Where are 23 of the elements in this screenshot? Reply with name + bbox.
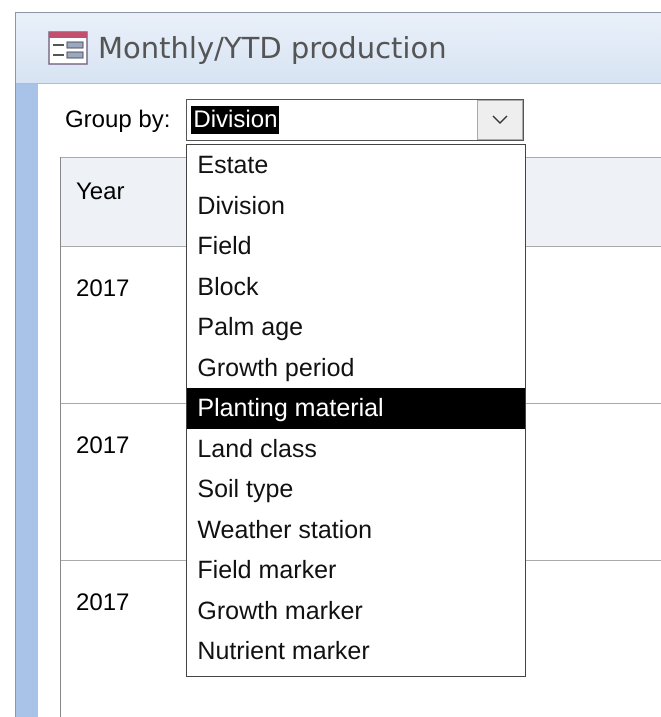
group-by-label: Group by: xyxy=(65,106,170,134)
dropdown-option[interactable]: Palm age xyxy=(187,307,526,348)
dropdown-option[interactable]: Growth period xyxy=(187,348,526,388)
dropdown-option[interactable]: Division xyxy=(187,186,526,226)
window-title: Monthly/YTD production xyxy=(98,31,447,65)
dropdown-option[interactable]: Soil type xyxy=(187,469,526,510)
dropdown-option[interactable]: Field xyxy=(187,226,526,266)
selected-value: Division xyxy=(191,106,280,134)
dropdown-option[interactable]: Land class xyxy=(187,428,526,469)
dropdown-option[interactable]: Growth marker xyxy=(187,590,526,631)
chevron-down-icon xyxy=(492,115,508,125)
table-cell-text: 2017 xyxy=(75,431,130,461)
table-cell-text: 2017 xyxy=(75,274,130,304)
dropdown-option[interactable]: Block xyxy=(187,266,526,307)
dropdown-option[interactable]: Planting material xyxy=(187,388,526,428)
dropdown-option[interactable]: Field marker xyxy=(187,550,526,590)
dropdown-option[interactable]: Weather station xyxy=(187,510,526,550)
form-icon xyxy=(48,31,88,65)
dropdown-button[interactable] xyxy=(477,100,524,140)
column-header: Year xyxy=(75,177,124,207)
dropdown-option[interactable]: Nutrient marker xyxy=(187,631,526,672)
table-cell-text: 2017 xyxy=(75,588,130,618)
dropdown-option[interactable]: Estate xyxy=(187,145,526,186)
